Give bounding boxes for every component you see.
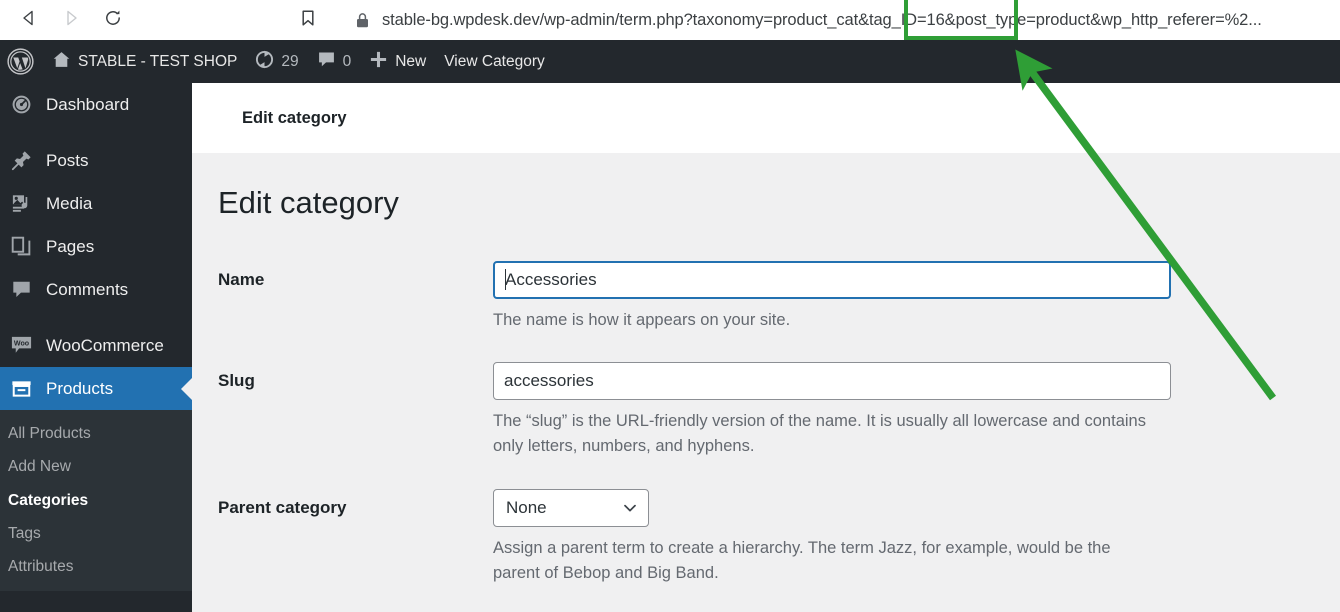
pages-icon xyxy=(8,234,34,260)
parent-category-select[interactable]: None xyxy=(493,488,649,527)
bookmark-button[interactable] xyxy=(292,4,324,36)
slug-description: The “slug” is the URL-friendly version o… xyxy=(493,412,1146,456)
page-header-bar: Edit category xyxy=(192,83,1340,153)
woocommerce-icon: Woo xyxy=(8,333,34,359)
dashboard-icon xyxy=(8,92,34,118)
home-icon xyxy=(52,50,71,74)
site-name-button[interactable]: STABLE - TEST SHOP xyxy=(43,40,246,83)
products-box-icon xyxy=(8,376,34,402)
sidebar-item-media[interactable]: Media xyxy=(0,182,192,225)
sidebar-item-posts[interactable]: Posts xyxy=(0,139,192,182)
updates-button[interactable]: 29 xyxy=(246,40,307,83)
bookmark-icon xyxy=(299,9,317,32)
form-row-parent-category: Parent category None Assign a parent ter… xyxy=(218,488,1340,586)
submenu-item-attributes[interactable]: Attributes xyxy=(0,550,192,583)
svg-text:Woo: Woo xyxy=(13,339,29,347)
wp-logo-button[interactable] xyxy=(0,40,43,83)
sidebar-item-label: Media xyxy=(46,193,93,213)
sidebar-item-comments[interactable]: Comments xyxy=(0,268,192,311)
sidebar-item-label: WooCommerce xyxy=(46,335,164,355)
slug-label: Slug xyxy=(218,371,255,391)
text-caret xyxy=(505,269,506,291)
parent-category-value: None xyxy=(506,497,547,517)
sidebar-item-label: Posts xyxy=(46,150,89,170)
name-description: The name is how it appears on your site. xyxy=(493,311,791,330)
url-text: stable-bg.wpdesk.dev/wp-admin/term.php?t… xyxy=(382,10,1262,29)
submenu-item-add-new[interactable]: Add New xyxy=(0,450,192,483)
pin-icon xyxy=(8,148,34,174)
browser-window: stable-bg.wpdesk.dev/wp-admin/term.php?t… xyxy=(0,0,1340,612)
reload-icon xyxy=(103,8,123,33)
parent-category-description: Assign a parent term to create a hierarc… xyxy=(493,538,1111,582)
comment-bubble-icon xyxy=(317,50,336,74)
sidebar-divider xyxy=(0,311,192,324)
sidebar-divider xyxy=(0,126,192,139)
name-input-wrapper xyxy=(493,261,1171,300)
site-name-label: STABLE - TEST SHOP xyxy=(78,52,238,70)
back-button[interactable] xyxy=(12,3,46,37)
name-input[interactable] xyxy=(493,261,1171,300)
sidebar-item-label: Pages xyxy=(46,236,95,256)
sidebar-item-pages[interactable]: Pages xyxy=(0,225,192,268)
admin-sidebar: Dashboard Posts Media Pages Comments Woo… xyxy=(0,83,192,612)
page-header-title: Edit category xyxy=(242,108,347,127)
sidebar-item-products[interactable]: Products xyxy=(0,367,192,410)
admin-content-area: Edit category Edit category Name The nam… xyxy=(192,83,1340,612)
submenu-item-categories[interactable]: Categories xyxy=(0,484,192,517)
form-row-name: Name The name is how it appears on your … xyxy=(218,261,1340,333)
sidebar-item-dashboard[interactable]: Dashboard xyxy=(0,83,192,126)
plus-icon xyxy=(369,50,388,74)
address-bar[interactable]: stable-bg.wpdesk.dev/wp-admin/term.php?t… xyxy=(343,3,1340,37)
browser-toolbar: stable-bg.wpdesk.dev/wp-admin/term.php?t… xyxy=(0,0,1340,40)
comments-button[interactable]: 0 xyxy=(308,40,361,83)
media-icon xyxy=(8,191,34,217)
submenu-item-tags[interactable]: Tags xyxy=(0,517,192,550)
sidebar-item-woocommerce[interactable]: Woo WooCommerce xyxy=(0,324,192,367)
sidebar-item-label: Products xyxy=(46,378,114,398)
updates-count: 29 xyxy=(281,52,299,70)
page-title: Edit category xyxy=(218,185,399,220)
forward-arrow-icon xyxy=(62,9,80,32)
submenu-item-all-products[interactable]: All Products xyxy=(0,417,192,450)
parent-category-label: Parent category xyxy=(218,497,347,517)
reload-button[interactable] xyxy=(96,3,130,37)
sidebar-item-label: Comments xyxy=(46,279,129,299)
new-content-button[interactable]: New xyxy=(360,40,435,83)
comment-bubble-icon xyxy=(8,277,34,303)
name-label: Name xyxy=(218,270,265,290)
comments-count: 0 xyxy=(342,52,352,70)
back-arrow-icon xyxy=(20,9,38,32)
view-category-label: View Category xyxy=(444,52,545,70)
view-category-button[interactable]: View Category xyxy=(435,40,554,83)
new-content-label: New xyxy=(395,52,427,70)
forward-button xyxy=(54,3,88,37)
slug-input[interactable] xyxy=(493,362,1171,401)
edit-category-form: Edit category Name The name is how it ap… xyxy=(192,153,1340,586)
products-submenu: All Products Add New Categories Tags Att… xyxy=(0,410,192,592)
sidebar-item-label: Dashboard xyxy=(46,94,130,114)
lock-icon xyxy=(355,12,370,29)
wordpress-logo-icon xyxy=(7,48,34,75)
wp-admin-bar: STABLE - TEST SHOP 29 0 New View Categor… xyxy=(0,40,1340,83)
chevron-down-icon xyxy=(622,500,638,516)
form-row-slug: Slug The “slug” is the URL-friendly vers… xyxy=(218,362,1340,459)
updates-icon xyxy=(255,50,274,74)
